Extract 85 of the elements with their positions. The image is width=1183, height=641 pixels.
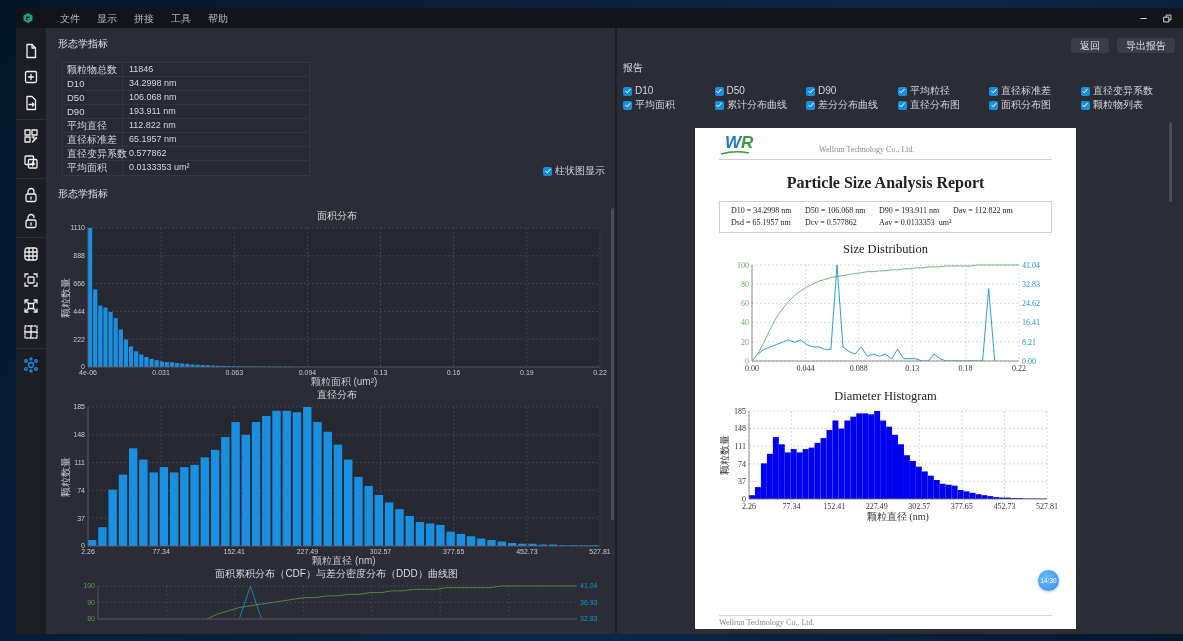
section-heading: 形态学指标 bbox=[58, 188, 109, 200]
summary-value: Aav = 0.0133353 um² bbox=[879, 217, 953, 229]
axis-tick-label: 24.62 bbox=[1022, 299, 1040, 309]
checkbox-label: 平均面积 bbox=[635, 100, 675, 110]
axis-tick-label: 527.81 bbox=[1036, 502, 1058, 511]
axis-tick-label: 0.22 bbox=[1012, 364, 1026, 373]
axis-tick-label: 16.41 bbox=[1022, 318, 1040, 328]
axis-tick-label: 0.044 bbox=[796, 364, 815, 373]
axis-title: 颗粒面积 (um²) bbox=[310, 376, 378, 387]
table-cell: 直径标准差 bbox=[63, 133, 123, 146]
table-cell: 平均直径 bbox=[63, 119, 123, 132]
chart-title: 面积分布 bbox=[315, 210, 358, 222]
table-cell: D50 bbox=[63, 91, 123, 104]
report-title: Particle Size Analysis Report bbox=[785, 174, 986, 192]
summary-value: D50 = 106.068 nm bbox=[805, 205, 867, 217]
checkbox-label: 直径分布图 bbox=[909, 100, 960, 110]
axis-tick-label: 0.00 bbox=[1022, 356, 1036, 366]
axis-tick-label: 0.18 bbox=[958, 364, 973, 373]
table-cell-text: 0.0133353 um² bbox=[128, 161, 190, 174]
axis-tick-label: 0.088 bbox=[849, 364, 868, 373]
company-logo: WR bbox=[719, 134, 763, 156]
axis-tick-label: 60 bbox=[741, 299, 749, 309]
table-cell-text: 112.822 nm bbox=[128, 119, 176, 132]
axis-tick-label: 185 bbox=[734, 406, 746, 416]
axis-tick-label: 452.73 bbox=[993, 502, 1016, 511]
table-cell-text: 0.577862 bbox=[128, 147, 167, 160]
chart-title: 面积累积分布（CDF）与差分密度分布（DDD）曲线图 bbox=[214, 568, 459, 580]
checkbox-label: 差分分布曲线 bbox=[818, 100, 878, 110]
checkbox-label: 颗粒物列表 bbox=[1092, 100, 1143, 110]
company-name: Wellrun Technology Co., Ltd. bbox=[819, 144, 915, 156]
axis-tick-label: 0 bbox=[742, 494, 746, 504]
table-cell: D10 bbox=[63, 77, 123, 90]
axis-tick-label: 77.34 bbox=[782, 502, 801, 511]
axis-title: 颗粒直径 (nm) bbox=[312, 555, 376, 566]
table-cell: 平均面积 bbox=[63, 161, 123, 175]
axis-tick-label: 37 bbox=[738, 477, 746, 487]
chart-title: Diameter Histogram bbox=[833, 389, 938, 403]
checkbox-label: 直径标准差 bbox=[1001, 86, 1051, 96]
checkbox-label: D90 bbox=[818, 86, 837, 96]
checkbox-label: D50 bbox=[726, 86, 745, 96]
summary-value: Dav = 112.822 nm bbox=[953, 205, 1014, 217]
axis-tick-label: 20 bbox=[741, 337, 749, 347]
checkbox-label: 累计分布曲线 bbox=[726, 100, 787, 110]
axis-title: 颗粒直径 (nm) bbox=[867, 511, 929, 522]
axis-tick-label: 80 bbox=[741, 280, 749, 289]
axis-tick-label: 152.41 bbox=[823, 502, 846, 511]
checkbox-label: 直径变异系数 bbox=[1092, 86, 1153, 96]
axis-tick-label: 0.13 bbox=[905, 364, 920, 373]
axis-tick-label: 41.04 bbox=[1022, 260, 1040, 270]
axis-tick-label: 302.57 bbox=[908, 502, 931, 511]
chart-title: 直径分布 bbox=[315, 389, 358, 401]
section-heading: 报告 bbox=[623, 62, 644, 74]
axis-tick-label: 0.00 bbox=[745, 364, 759, 373]
summary-value: D10 = 34.2998 nm bbox=[731, 205, 793, 217]
summary-value: Dcv = 0.577862 bbox=[805, 217, 858, 229]
section-heading: 形态学指标 bbox=[58, 38, 109, 50]
summary-value: Dsd = 65.1957 nm bbox=[731, 217, 792, 229]
axis-title: 颗粒数量 bbox=[719, 435, 730, 475]
table-cell-text: 106.068 nm bbox=[128, 91, 177, 104]
summary-value: D90 = 193.911 nm bbox=[879, 205, 941, 217]
table-cell: D90 bbox=[63, 105, 123, 118]
checkbox-label: 平均粒径 bbox=[909, 86, 950, 96]
axis-tick-label: 2.26 bbox=[742, 502, 756, 511]
table-cell-text: 34.2998 nm bbox=[128, 77, 177, 90]
axis-title: 颗粒数量 bbox=[60, 277, 71, 318]
axis-tick-label: 0 bbox=[745, 356, 749, 366]
axis-tick-label: 100 bbox=[737, 260, 749, 270]
chart-title: Size Distribution bbox=[841, 242, 930, 256]
table-cell: 颗粒物总数 bbox=[63, 63, 123, 76]
checkbox-label: 面积分布图 bbox=[1001, 100, 1051, 110]
axis-tick-label: 111 bbox=[734, 442, 746, 451]
table-cell-text: 11846 bbox=[128, 63, 154, 76]
axis-tick-label: 227.49 bbox=[865, 502, 888, 511]
axis-tick-label: 40 bbox=[741, 318, 749, 328]
axis-title: 颗粒数量 bbox=[60, 456, 71, 497]
axis-tick-label: 8.21 bbox=[1022, 337, 1036, 347]
table-cell-text: 193.911 nm bbox=[128, 105, 176, 118]
footer-text: Wellrun Technology Co., Ltd. bbox=[719, 615, 1052, 629]
axis-tick-label: 32.83 bbox=[1022, 280, 1040, 289]
axis-tick-label: 148 bbox=[734, 424, 746, 434]
axis-tick-label: 377.65 bbox=[950, 502, 973, 511]
table-cell-text: 65.1957 nm bbox=[128, 133, 177, 146]
checkbox-label: 柱状图显示 bbox=[555, 166, 605, 176]
checkbox-label: D10 bbox=[635, 86, 654, 96]
axis-tick-label: 74 bbox=[738, 459, 746, 469]
